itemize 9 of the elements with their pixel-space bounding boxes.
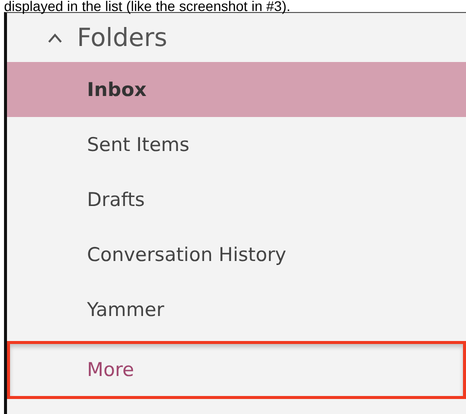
more-link[interactable]: More [7, 341, 466, 399]
folder-item[interactable]: Yammer [7, 282, 466, 337]
folder-item[interactable]: Inbox [7, 62, 466, 117]
folder-item[interactable]: Drafts [7, 172, 466, 227]
caption-text: displayed in the list (like the screenshot in #3). [3, 0, 292, 12]
folder-item[interactable]: Sent Items [7, 117, 466, 172]
section-title[interactable]: Folders [77, 23, 168, 52]
chevron-icon[interactable] [47, 32, 63, 44]
folder-item[interactable]: Conversation History [7, 227, 466, 282]
